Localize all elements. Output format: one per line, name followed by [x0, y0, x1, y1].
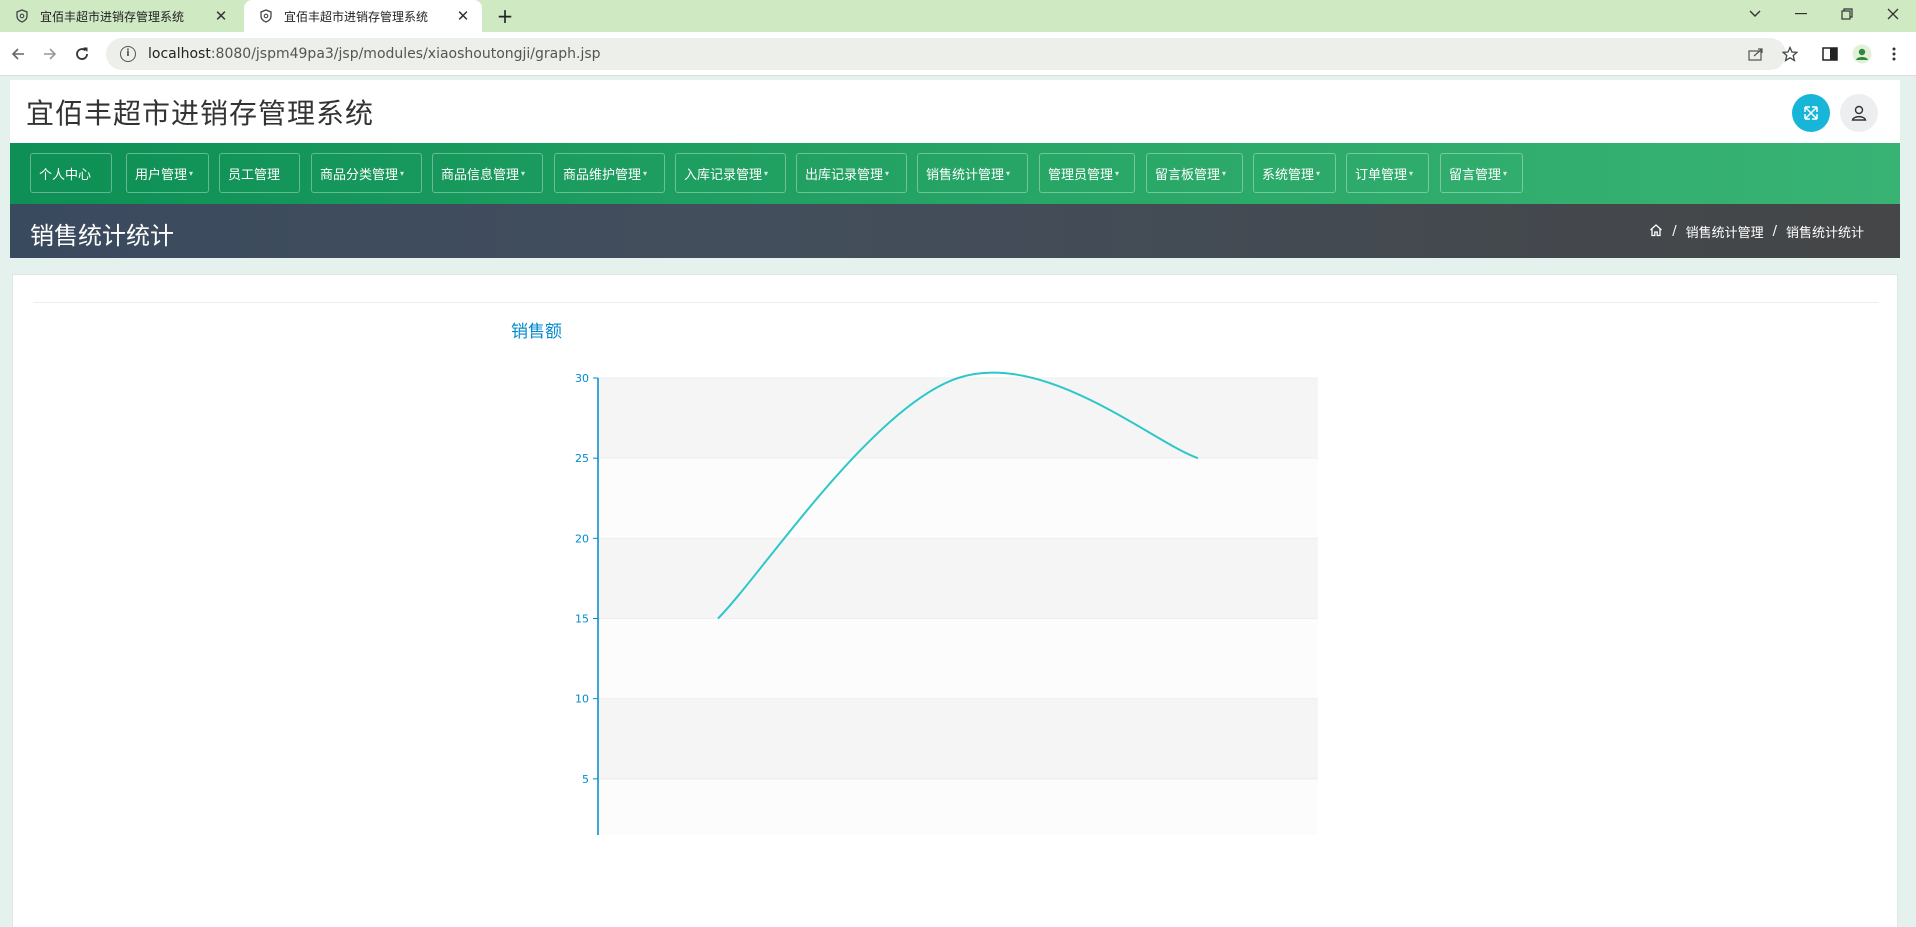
back-arrow-icon[interactable] — [6, 42, 30, 66]
browser-tab-strip: 宜佰丰超市进销存管理系统 ✕ 宜佰丰超市进销存管理系统 ✕ + — [0, 0, 1916, 32]
nav-item-label: 留言板管理 — [1155, 167, 1221, 183]
app-title: 宜佰丰超市进销存管理系统 — [26, 97, 375, 130]
caret-down-icon: ▾ — [400, 168, 405, 178]
breadcrumb-separator: / — [1672, 224, 1677, 239]
url-field[interactable]: i localhost:8080/jspm49pa3/jsp/modules/x… — [106, 38, 1786, 70]
nav-item-product-info-management[interactable]: 商品信息管理 ▾ — [432, 153, 543, 193]
nav-item-category-management[interactable]: 商品分类管理 ▾ — [311, 153, 422, 193]
chart-y-tick-label: 25 — [575, 452, 589, 465]
minimize-icon[interactable] — [1778, 0, 1824, 28]
nav-item-product-maintenance[interactable]: 商品维护管理 ▾ — [554, 153, 665, 193]
nav-item-label: 订单管理 — [1355, 167, 1408, 183]
caret-down-icon: ▾ — [643, 168, 648, 178]
content-card: 销售额 051015202530一月份三月份二月份 — [12, 274, 1898, 927]
nav-item-staff-management[interactable]: 员工管理 — [219, 153, 300, 193]
caret-down-icon: ▾ — [1222, 168, 1227, 178]
browser-tab-active[interactable]: 宜佰丰超市进销存管理系统 ✕ — [244, 0, 482, 32]
nav-item-admin-management[interactable]: 管理员管理 ▾ — [1039, 153, 1135, 193]
nav-item-label: 商品维护管理 — [563, 167, 642, 183]
caret-down-icon: ▾ — [189, 168, 194, 178]
main-nav: 个人中心 用户管理 ▾ 员工管理 商品分类管理 ▾ 商品信息管理 ▾ 商品维护管理 ▾ … — [10, 143, 1900, 204]
breadcrumb-separator: / — [1772, 224, 1777, 239]
caret-down-icon: ▾ — [1006, 168, 1011, 178]
app-header: 宜佰丰超市进销存管理系统 — [10, 80, 1900, 143]
side-panel-icon[interactable] — [1820, 44, 1840, 64]
expand-icon — [1804, 106, 1818, 120]
close-tab-icon[interactable]: ✕ — [454, 7, 472, 25]
caret-down-icon: ▾ — [1503, 168, 1508, 178]
breadcrumb-item-current: 销售统计统计 — [1785, 226, 1864, 241]
shield-icon — [14, 8, 30, 24]
home-icon[interactable] — [1649, 223, 1663, 241]
browser-tab[interactable]: 宜佰丰超市进销存管理系统 ✕ — [0, 0, 240, 32]
browser-toolbar: i localhost:8080/jspm49pa3/jsp/modules/x… — [0, 32, 1916, 76]
nav-item-label: 商品分类管理 — [320, 167, 399, 183]
close-window-icon[interactable] — [1870, 0, 1916, 28]
user-menu-button[interactable] — [1840, 94, 1878, 132]
nav-item-label: 个人中心 — [39, 167, 92, 183]
chart-title: 销售额 — [511, 322, 562, 342]
new-tab-button[interactable]: + — [494, 5, 516, 27]
restore-icon[interactable] — [1824, 0, 1870, 28]
nav-item-label: 系统管理 — [1262, 167, 1315, 183]
caret-down-icon: ▾ — [1409, 168, 1414, 178]
tab-title: 宜佰丰超市进销存管理系统 — [284, 9, 429, 24]
caret-down-icon: ▾ — [1115, 168, 1120, 178]
chart-grid-band — [598, 378, 1318, 459]
nav-item-label: 留言管理 — [1449, 167, 1502, 183]
chart-grid-band — [598, 538, 1318, 619]
reload-icon[interactable] — [70, 42, 94, 66]
fullscreen-button[interactable] — [1792, 94, 1830, 132]
url-path: :8080/jspm49pa3/jsp/modules/xiaoshoutong… — [210, 46, 601, 62]
bookmark-star-icon[interactable] — [1780, 44, 1800, 64]
site-info-icon[interactable]: i — [120, 46, 136, 62]
breadcrumb-item[interactable]: 销售统计管理 — [1686, 222, 1764, 241]
shield-icon — [258, 8, 274, 24]
nav-item-user-management[interactable]: 用户管理 ▾ — [126, 153, 209, 193]
nav-item-inbound-records[interactable]: 入库记录管理 ▾ — [675, 153, 786, 193]
nav-item-outbound-records[interactable]: 出库记录管理 ▾ — [796, 153, 907, 193]
user-icon — [1851, 105, 1867, 121]
url-host: localhost — [148, 46, 211, 62]
close-tab-icon[interactable]: ✕ — [212, 7, 230, 25]
nav-item-label: 商品信息管理 — [441, 167, 520, 183]
nav-item-label: 销售统计管理 — [926, 167, 1005, 183]
tab-title: 宜佰丰超市进销存管理系统 — [40, 9, 185, 24]
breadcrumb: / 销售统计管理 / 销售统计统计 — [1649, 222, 1864, 241]
chart-y-tick-label: 20 — [575, 532, 589, 545]
nav-item-message-board-management[interactable]: 留言板管理 ▾ — [1146, 153, 1243, 193]
chart-y-tick-label: 15 — [575, 613, 589, 626]
chart-grid-band — [598, 778, 1318, 835]
share-icon[interactable] — [1746, 44, 1766, 64]
nav-item-label: 用户管理 — [135, 167, 188, 183]
caret-down-icon: ▾ — [521, 168, 526, 178]
caret-down-icon: ▾ — [1316, 168, 1321, 178]
caret-down-icon: ▾ — [764, 168, 769, 178]
chart-grid-band — [598, 698, 1318, 779]
nav-item-label: 员工管理 — [228, 167, 281, 183]
nav-item-sales-statistics[interactable]: 销售统计管理 ▾ — [917, 153, 1028, 193]
page-title: 销售统计统计 — [30, 222, 174, 250]
sales-line-chart: 销售额 051015202530一月份三月份二月份 — [511, 322, 1318, 835]
chart-y-tick-label: 5 — [582, 773, 589, 786]
chart-grid-band — [598, 618, 1318, 699]
profile-avatar-icon[interactable] — [1852, 44, 1872, 64]
chart-y-tick-label: 10 — [575, 693, 589, 706]
nav-item-system-management[interactable]: 系统管理 ▾ — [1253, 153, 1336, 193]
more-options-icon[interactable] — [1884, 44, 1904, 64]
nav-item-label: 管理员管理 — [1048, 167, 1114, 183]
nav-item-personal-center[interactable]: 个人中心 — [30, 153, 112, 193]
forward-arrow-icon[interactable] — [38, 42, 62, 66]
nav-item-label: 入库记录管理 — [684, 167, 763, 183]
chart-grid-band — [598, 458, 1318, 539]
nav-item-order-management[interactable]: 订单管理 ▾ — [1346, 153, 1429, 193]
caret-down-icon: ▾ — [885, 168, 890, 178]
nav-item-message-management[interactable]: 留言管理 ▾ — [1440, 153, 1523, 193]
nav-item-label: 出库记录管理 — [805, 167, 884, 183]
page-title-bar: 销售统计统计 / 销售统计管理 / 销售统计统计 — [10, 204, 1900, 258]
tab-search-chevron-icon[interactable] — [1732, 0, 1778, 28]
chart-y-tick-label: 30 — [575, 372, 589, 385]
